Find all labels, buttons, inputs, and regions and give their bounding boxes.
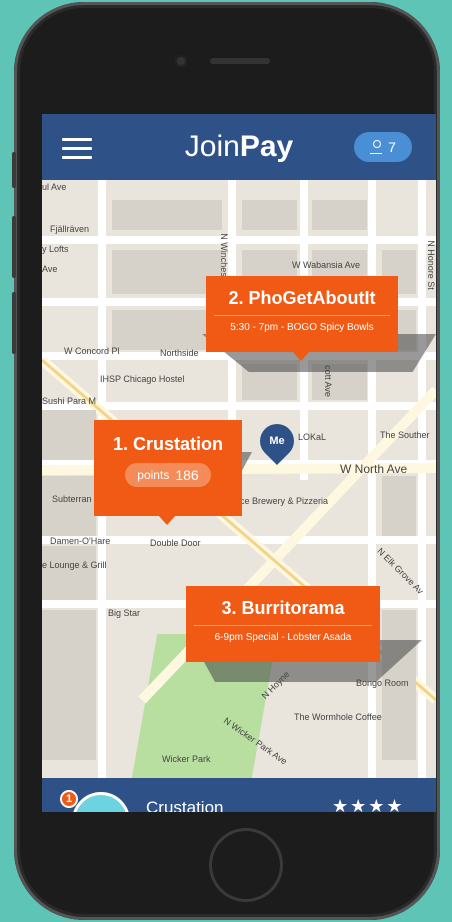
volume-down-button <box>12 292 16 354</box>
callout-subtitle: 6-9pm Special - Lobster Asada <box>214 632 352 643</box>
callout-subtitle: 5:30 - 7pm - BOGO Spicy Bowls <box>230 322 374 333</box>
map-label: Subterran <box>52 494 92 504</box>
map-label: W Wabansia Ave <box>292 260 361 270</box>
map-label: N Winches <box>218 233 229 277</box>
callout-divider <box>214 315 390 316</box>
map-label: Sushi Para M <box>42 396 97 406</box>
mute-switch <box>12 152 16 188</box>
earpiece-speaker <box>210 58 270 64</box>
place-name: Crustation <box>146 798 224 812</box>
map-label: Big Star <box>108 608 141 618</box>
current-location-pin[interactable]: Me <box>252 416 302 466</box>
callout-divider <box>194 625 372 626</box>
map-label: LOKaL <box>298 432 327 442</box>
callout-pointer <box>292 351 310 361</box>
map-label: IHSP Chicago Hostel <box>100 374 185 384</box>
callout-title: 2. PhoGetAboutIt <box>228 288 376 308</box>
rank-badge: 1 <box>60 790 78 808</box>
place-thumbnail <box>72 792 130 812</box>
callout-burritorama[interactable]: 3. Burritorama 6-9pm Special - Lobster A… <box>186 586 380 662</box>
map-label: ul Ave <box>42 182 67 192</box>
points-pill: points 186 <box>125 463 211 487</box>
map-label: N Honore St <box>425 240 436 290</box>
map-label: ce Brewery & Pizzeria <box>240 496 329 506</box>
map-label: W North Ave <box>340 462 408 476</box>
user-icon <box>370 140 383 154</box>
rating-stars: ★★★★ <box>332 796 405 812</box>
map-label: W Concord Pl <box>64 346 120 356</box>
front-camera <box>175 55 187 67</box>
map-label: Fjällräven <box>50 224 90 234</box>
callout-phogetaboutit[interactable]: 2. PhoGetAboutIt 5:30 - 7pm - BOGO Spicy… <box>206 276 398 361</box>
map-label: Double Door <box>150 538 201 548</box>
callout-title: 3. Burritorama <box>221 598 345 618</box>
map-view[interactable]: ul Ave Fjällräven y Lofts Ave W Wabansia… <box>42 180 436 778</box>
map-label: Ave <box>42 264 58 274</box>
callout-title: 1. Crustation <box>112 434 223 454</box>
logo-pay: Pay <box>239 130 294 163</box>
map-label: y Lofts <box>42 244 69 254</box>
callout-pointer <box>158 515 176 525</box>
map-label: e Lounge & Grill <box>42 560 107 570</box>
home-button[interactable] <box>209 828 283 902</box>
map-label: Damen-O'Hare <box>50 536 111 546</box>
map-label: Wicker Park <box>162 754 211 764</box>
map-label: Northside <box>160 348 199 358</box>
user-count: 7 <box>388 139 396 155</box>
points-label: points <box>137 468 170 482</box>
selected-place-bar[interactable]: 1 Crustation ★★★★ <box>42 778 436 812</box>
volume-up-button <box>12 216 16 278</box>
points-value: 186 <box>175 467 199 483</box>
callout-crustation[interactable]: 1. Crustation points 186 <box>94 420 242 525</box>
logo-join: Join <box>184 130 240 163</box>
app-screen: JoinPay 7 ul Ave Fjällräven y Lofts Ave … <box>42 114 436 812</box>
map-label: The Souther <box>380 430 430 440</box>
me-label: Me <box>269 435 285 447</box>
map-label: The Wormhole Coffee <box>294 712 382 722</box>
users-count-button[interactable]: 7 <box>354 132 412 162</box>
top-nav-bar: JoinPay 7 <box>42 114 436 180</box>
